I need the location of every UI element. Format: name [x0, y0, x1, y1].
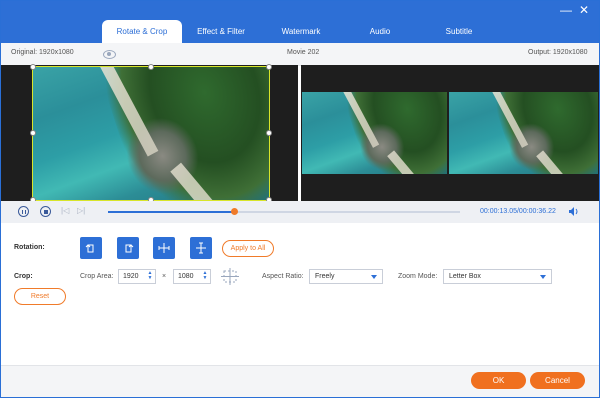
- apply-to-all-button[interactable]: Apply to All: [222, 240, 274, 257]
- eye-icon[interactable]: [103, 50, 116, 59]
- tab-audio[interactable]: Audio: [346, 20, 414, 44]
- flip-vertical-button[interactable]: [190, 237, 212, 259]
- volume-icon[interactable]: [569, 207, 579, 216]
- minimize-button[interactable]: —: [559, 3, 573, 17]
- width-stepper-icon[interactable]: ▲ ▼: [147, 271, 153, 282]
- reset-button[interactable]: Reset: [14, 288, 66, 305]
- tab-bar: Rotate & Crop Effect & Filter Watermark …: [1, 1, 599, 44]
- aspect-ratio-label: Aspect Ratio:: [262, 273, 304, 280]
- aspect-ratio-select[interactable]: Freely: [309, 269, 383, 284]
- tab-effect-filter[interactable]: Effect & Filter: [186, 20, 256, 44]
- crop-height-input[interactable]: 1080 ▲ ▼: [173, 269, 211, 284]
- zoom-mode-label: Zoom Mode:: [398, 273, 438, 280]
- output-video-frame-2: [449, 92, 598, 174]
- zoom-mode-value: Letter Box: [449, 273, 481, 280]
- crop-area-label: Crop Area:: [80, 273, 114, 280]
- rotate-left-icon: [85, 244, 94, 253]
- rotate-left-button[interactable]: [80, 237, 102, 259]
- output-resolution: Output: 1920x1080: [528, 49, 588, 56]
- stop-button[interactable]: [40, 206, 51, 217]
- flip-horizontal-button[interactable]: [153, 237, 175, 259]
- crop-frame[interactable]: [32, 66, 270, 201]
- crop-label: Crop:: [14, 273, 33, 280]
- close-button[interactable]: ✕: [577, 3, 591, 17]
- rotation-label: Rotation:: [14, 244, 45, 251]
- rotate-right-button[interactable]: [117, 237, 139, 259]
- chevron-down-icon: [371, 275, 377, 279]
- crop-height-value: 1080: [178, 273, 194, 280]
- crop-handle-top-left[interactable]: [30, 64, 36, 70]
- tab-rotate-crop[interactable]: Rotate & Crop: [102, 20, 182, 44]
- times-symbol: ×: [162, 273, 167, 280]
- output-video-frame-1: [302, 92, 447, 174]
- preview-info-bar: Original: 1920x1080 Movie 202 Output: 19…: [1, 43, 599, 66]
- flip-horizontal-icon: [158, 243, 170, 253]
- movie-title: Movie 202: [287, 49, 320, 56]
- chevron-down-icon: [540, 275, 546, 279]
- cancel-button[interactable]: Cancel: [530, 372, 585, 389]
- crop-handle-right[interactable]: [266, 130, 272, 136]
- crop-handle-top-right[interactable]: [266, 64, 272, 70]
- height-stepper-icon[interactable]: ▲ ▼: [202, 271, 208, 282]
- progress-slider[interactable]: [108, 208, 460, 215]
- center-crop-icon[interactable]: [221, 268, 239, 285]
- tab-watermark[interactable]: Watermark: [266, 20, 336, 44]
- time-readout: 00:00:13.05/00:00:36.22: [480, 208, 556, 215]
- pause-button[interactable]: [18, 206, 29, 217]
- crop-handle-top[interactable]: [148, 64, 154, 70]
- original-resolution: Original: 1920x1080: [11, 49, 74, 56]
- crop-width-value: 1920: [123, 273, 139, 280]
- flip-vertical-icon: [196, 242, 206, 254]
- next-frame-icon[interactable]: ▷|: [77, 206, 85, 215]
- crop-handle-left[interactable]: [30, 130, 36, 136]
- progress-fill: [108, 211, 235, 213]
- zoom-mode-select[interactable]: Letter Box: [443, 269, 552, 284]
- ok-button[interactable]: OK: [471, 372, 526, 389]
- tab-subtitle[interactable]: Subtitle: [424, 20, 494, 44]
- aspect-ratio-value: Freely: [315, 273, 335, 280]
- rotate-right-icon: [125, 244, 134, 253]
- crop-width-input[interactable]: 1920 ▲ ▼: [118, 269, 156, 284]
- previous-frame-icon[interactable]: |◁: [61, 206, 69, 215]
